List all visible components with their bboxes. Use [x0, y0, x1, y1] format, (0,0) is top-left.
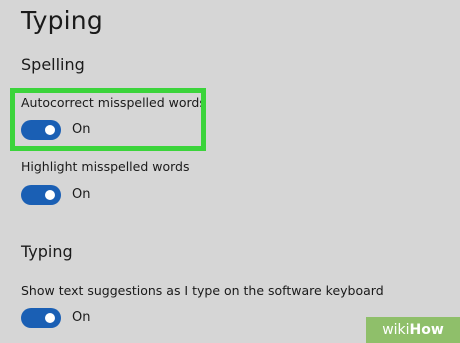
toggle-knob: [45, 190, 55, 200]
highlight-misspelled-toggle-row: On: [21, 185, 90, 205]
page-title: Typing: [21, 6, 103, 35]
highlight-misspelled-label: Highlight misspelled words: [21, 159, 190, 174]
text-suggestions-toggle-row: On: [21, 308, 90, 328]
watermark-part1: wiki: [382, 322, 410, 338]
text-suggestions-toggle[interactable]: [21, 308, 61, 328]
watermark-part2: How: [409, 322, 444, 338]
toggle-knob: [45, 313, 55, 323]
wikihow-watermark: wiki How: [366, 317, 460, 343]
highlight-misspelled-toggle[interactable]: [21, 185, 61, 205]
section-heading-typing: Typing: [21, 242, 73, 261]
text-suggestions-toggle-state: On: [72, 310, 91, 325]
highlight-box: [10, 88, 206, 151]
highlight-misspelled-toggle-state: On: [72, 187, 91, 202]
section-heading-spelling: Spelling: [21, 55, 85, 74]
text-suggestions-label: Show text suggestions as I type on the s…: [21, 283, 384, 298]
